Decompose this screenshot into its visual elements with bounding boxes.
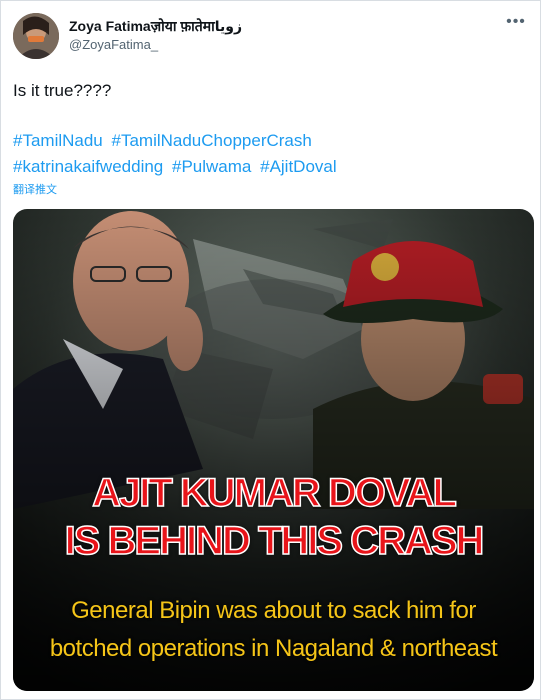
more-horizontal-icon: ••• bbox=[506, 13, 526, 30]
hashtag-link[interactable]: #AjitDoval bbox=[260, 157, 337, 176]
media-subtext-line1: General Bipin was about to sack him for bbox=[71, 597, 476, 624]
hashtag-link[interactable]: #Pulwama bbox=[172, 157, 251, 176]
tweet-text: Is it true???? bbox=[13, 81, 112, 100]
media-headline-line1: AJIT KUMAR DOVAL bbox=[91, 470, 457, 516]
author-display-name[interactable]: Zoya Fatimaज़ोया फ़ातेमाزویا bbox=[69, 17, 242, 36]
avatar-image bbox=[13, 13, 59, 59]
hashtag-link[interactable]: #TamilNaduChopperCrash bbox=[112, 131, 312, 150]
tweet-card: Zoya Fatimaज़ोया फ़ातेमाزویا @ZoyaFatima… bbox=[0, 0, 541, 700]
author-username[interactable]: @ZoyaFatima_ bbox=[69, 37, 158, 52]
hashtag-link[interactable]: #TamilNadu bbox=[13, 131, 103, 150]
translate-tweet-link[interactable]: 翻译推文 bbox=[13, 181, 57, 197]
hashtag-link[interactable]: #katrinakaifwedding bbox=[13, 157, 163, 176]
media-subtext-line2: botched operations in Nagaland & northea… bbox=[49, 635, 498, 662]
tweet-hashtags: #TamilNadu #TamilNaduChopperCrash #katri… bbox=[13, 128, 528, 180]
avatar[interactable] bbox=[13, 13, 59, 59]
tweet-media-image[interactable]: AJIT KUMAR DOVAL IS BEHIND THIS CRASH Ge… bbox=[13, 209, 534, 691]
media-headline-line2: IS BEHIND THIS CRASH bbox=[64, 518, 485, 564]
more-options-button[interactable]: ••• bbox=[504, 13, 528, 35]
